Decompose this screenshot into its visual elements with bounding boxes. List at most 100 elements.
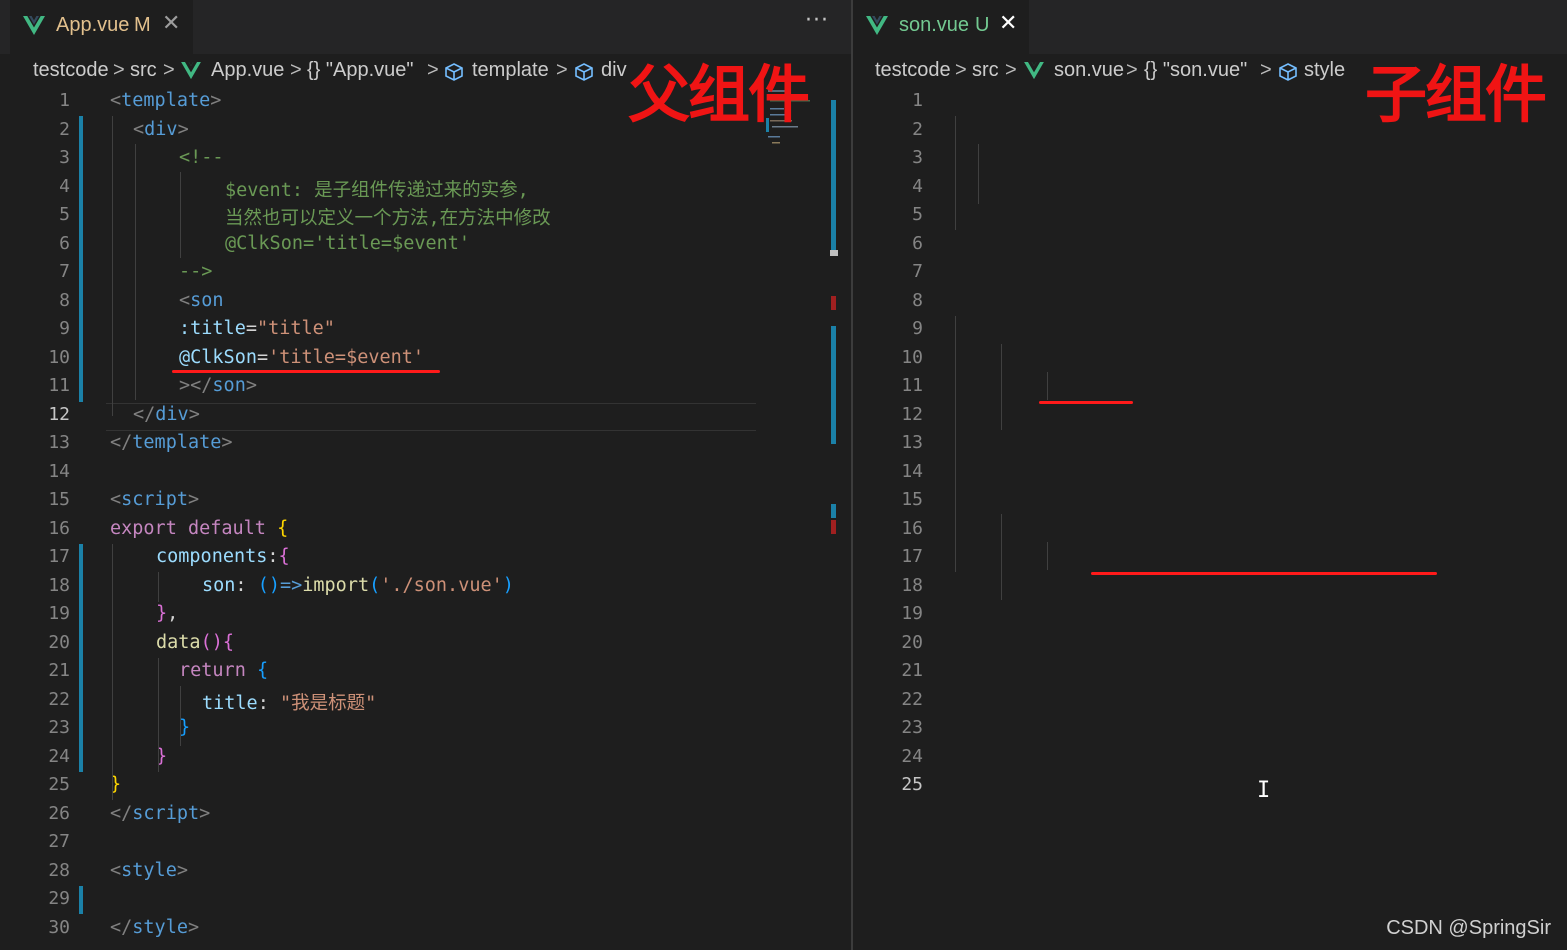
code-line[interactable]: 9export default { [853,316,1567,345]
code-line[interactable]: 4 $event: 是子组件传递过来的实参, [0,174,851,203]
code-line[interactable]: 18 son: ()=>import('./son.vue') [0,573,851,602]
chevron-right-icon: > [290,59,302,81]
breadcrumb-item-file[interactable]: App.vue [211,59,284,82]
code-line[interactable]: 25} [0,772,851,801]
code-line[interactable]: 6</template> [853,231,1567,260]
code-line[interactable]: 24} [0,744,851,773]
code-line[interactable]: 7 [853,259,1567,288]
code-line[interactable]: 9 :title="title" [0,316,851,345]
code-line[interactable]: 12 </div> [0,402,851,431]
code-line[interactable]: 4<button @click='changeTitle'>修改标题</butt… [853,174,1567,203]
code-line[interactable]: 21</script> [853,658,1567,687]
code-text: <son [179,289,224,311]
code-line[interactable]: 30 </style> [0,915,851,944]
tab-son-vue[interactable]: son.vue U ✕ [853,0,1029,54]
code-line[interactable]: 24 [853,744,1567,773]
code-line[interactable]: 15 <script> [0,487,851,516]
code-line[interactable]: 19}, [0,601,851,630]
code-line[interactable]: 27 [0,829,851,858]
code-line[interactable]: 13 </template> [0,430,851,459]
line-number: 19 [48,603,70,624]
code-line[interactable]: 26 </script> [0,801,851,830]
line-number: 30 [48,916,70,938]
code-line[interactable]: 23} [0,715,851,744]
code-line[interactable]: 17this.$emit("ClkSon", "新标题") [853,544,1567,573]
code-line[interactable]: 22 title: "我是标题" [0,687,851,716]
code-line[interactable]: 11 ></son> [0,373,851,402]
chevron-right-icon: > [427,59,439,81]
cube-icon [575,63,593,81]
code-line[interactable]: 6 @ClkSon='title=$event' [0,231,851,260]
code-line[interactable]: 15methods:{ [853,487,1567,516]
code-line[interactable]: 7 --> [0,259,851,288]
git-change-marker [79,116,83,402]
code-line[interactable]: 14}, [853,459,1567,488]
breadcrumb-item-module[interactable]: {} "son.vue" [1144,59,1247,82]
code-text: son: ()=>import('./son.vue') [202,574,514,596]
left-editor-pane: App.vue M ✕ ··· testcode > src > App.vue… [0,0,853,950]
code-line[interactable]: 8<script> [853,288,1567,317]
code-line[interactable]: 10 @ClkSon='title=$event' [0,345,851,374]
line-number: 5 [59,204,70,225]
code-text: 当然也可以定义一个方法,在方法中修改 [225,208,551,229]
code-line[interactable]: 10props:{ [853,345,1567,374]
code-line[interactable]: 13} [853,430,1567,459]
breadcrumb-item-file[interactable]: son.vue [1054,59,1124,82]
line-number: 11 [901,375,923,396]
breadcrumb-item-testcode[interactable]: testcode [875,59,951,82]
code-line[interactable]: 25</style> [853,772,1567,801]
code-line[interactable]: 5 当然也可以定义一个方法,在方法中修改 [0,202,851,231]
indent-guide [955,316,956,572]
chevron-right-icon: > [955,59,967,81]
breadcrumb-item-template[interactable]: template [472,59,549,82]
more-actions-icon[interactable]: ··· [805,8,829,33]
close-icon[interactable]: ✕ [162,11,180,36]
vertical-scrollbar[interactable] [830,88,838,950]
breadcrumb-item-div[interactable]: div [601,59,627,82]
breadcrumb-item-testcode[interactable]: testcode [33,59,109,82]
line-number: 6 [912,232,923,254]
code-line[interactable]: 29 [0,886,851,915]
breadcrumb-item-module[interactable]: {} "App.vue" [307,59,414,82]
code-line[interactable]: 11title:{ [853,373,1567,402]
code-text: --> [179,261,213,282]
code-line[interactable]: 20 data(){ [0,630,851,659]
code-text: <template> [110,90,222,111]
code-line[interactable]: 16changeTitle(){ [853,516,1567,545]
breadcrumb-item-src[interactable]: src [130,59,157,82]
code-line[interactable]: 8 <son [0,288,851,317]
close-icon[interactable]: ✕ [999,11,1017,36]
code-editor[interactable]: 1 <template> 2 <div> 3 <!-- 4 $event: 是子组件传递过来的… [0,88,851,950]
breadcrumb-item-src[interactable]: src [972,59,999,82]
code-line[interactable]: 3 <!-- [0,145,851,174]
code-line[interactable]: 28 <style> [0,858,851,887]
code-line[interactable]: 17 components:{ [0,544,851,573]
chevron-right-icon: > [1260,59,1272,81]
line-number: 13 [901,432,923,453]
code-line[interactable]: 5</div> [853,202,1567,231]
chevron-right-icon: > [1005,59,1017,81]
code-line[interactable]: 14 [0,459,851,488]
code-text: $event: 是子组件传递过来的实参, [225,179,529,201]
code-line[interactable]: 23<style> [853,715,1567,744]
code-line[interactable]: 20} [853,630,1567,659]
line-number: 9 [59,318,70,339]
annotation-underline [1039,401,1133,404]
code-editor[interactable]: 1<template>2<div>3<h1>{{title}}</h1>4<bu… [853,88,1567,950]
chevron-right-icon: > [113,59,125,81]
code-line[interactable]: 16 export default { [0,516,851,545]
breadcrumb-item-style[interactable]: style [1304,59,1345,82]
code-text: :title="title" [179,318,335,339]
code-line[interactable]: 22 [853,687,1567,716]
line-number: 12 [901,403,923,425]
line-number: 15 [901,489,923,510]
code-line[interactable]: 18} [853,573,1567,602]
code-line[interactable]: 12type: String [853,402,1567,431]
code-line[interactable]: 3<h1>{{title}}</h1> [853,145,1567,174]
tab-app-vue[interactable]: App.vue M ✕ [10,0,193,54]
tab-label: App.vue [56,14,130,36]
code-line[interactable]: 21 return { [0,658,851,687]
line-number: 1 [912,90,923,111]
code-line[interactable]: 19} [853,601,1567,630]
code-text: </script> [110,802,211,824]
